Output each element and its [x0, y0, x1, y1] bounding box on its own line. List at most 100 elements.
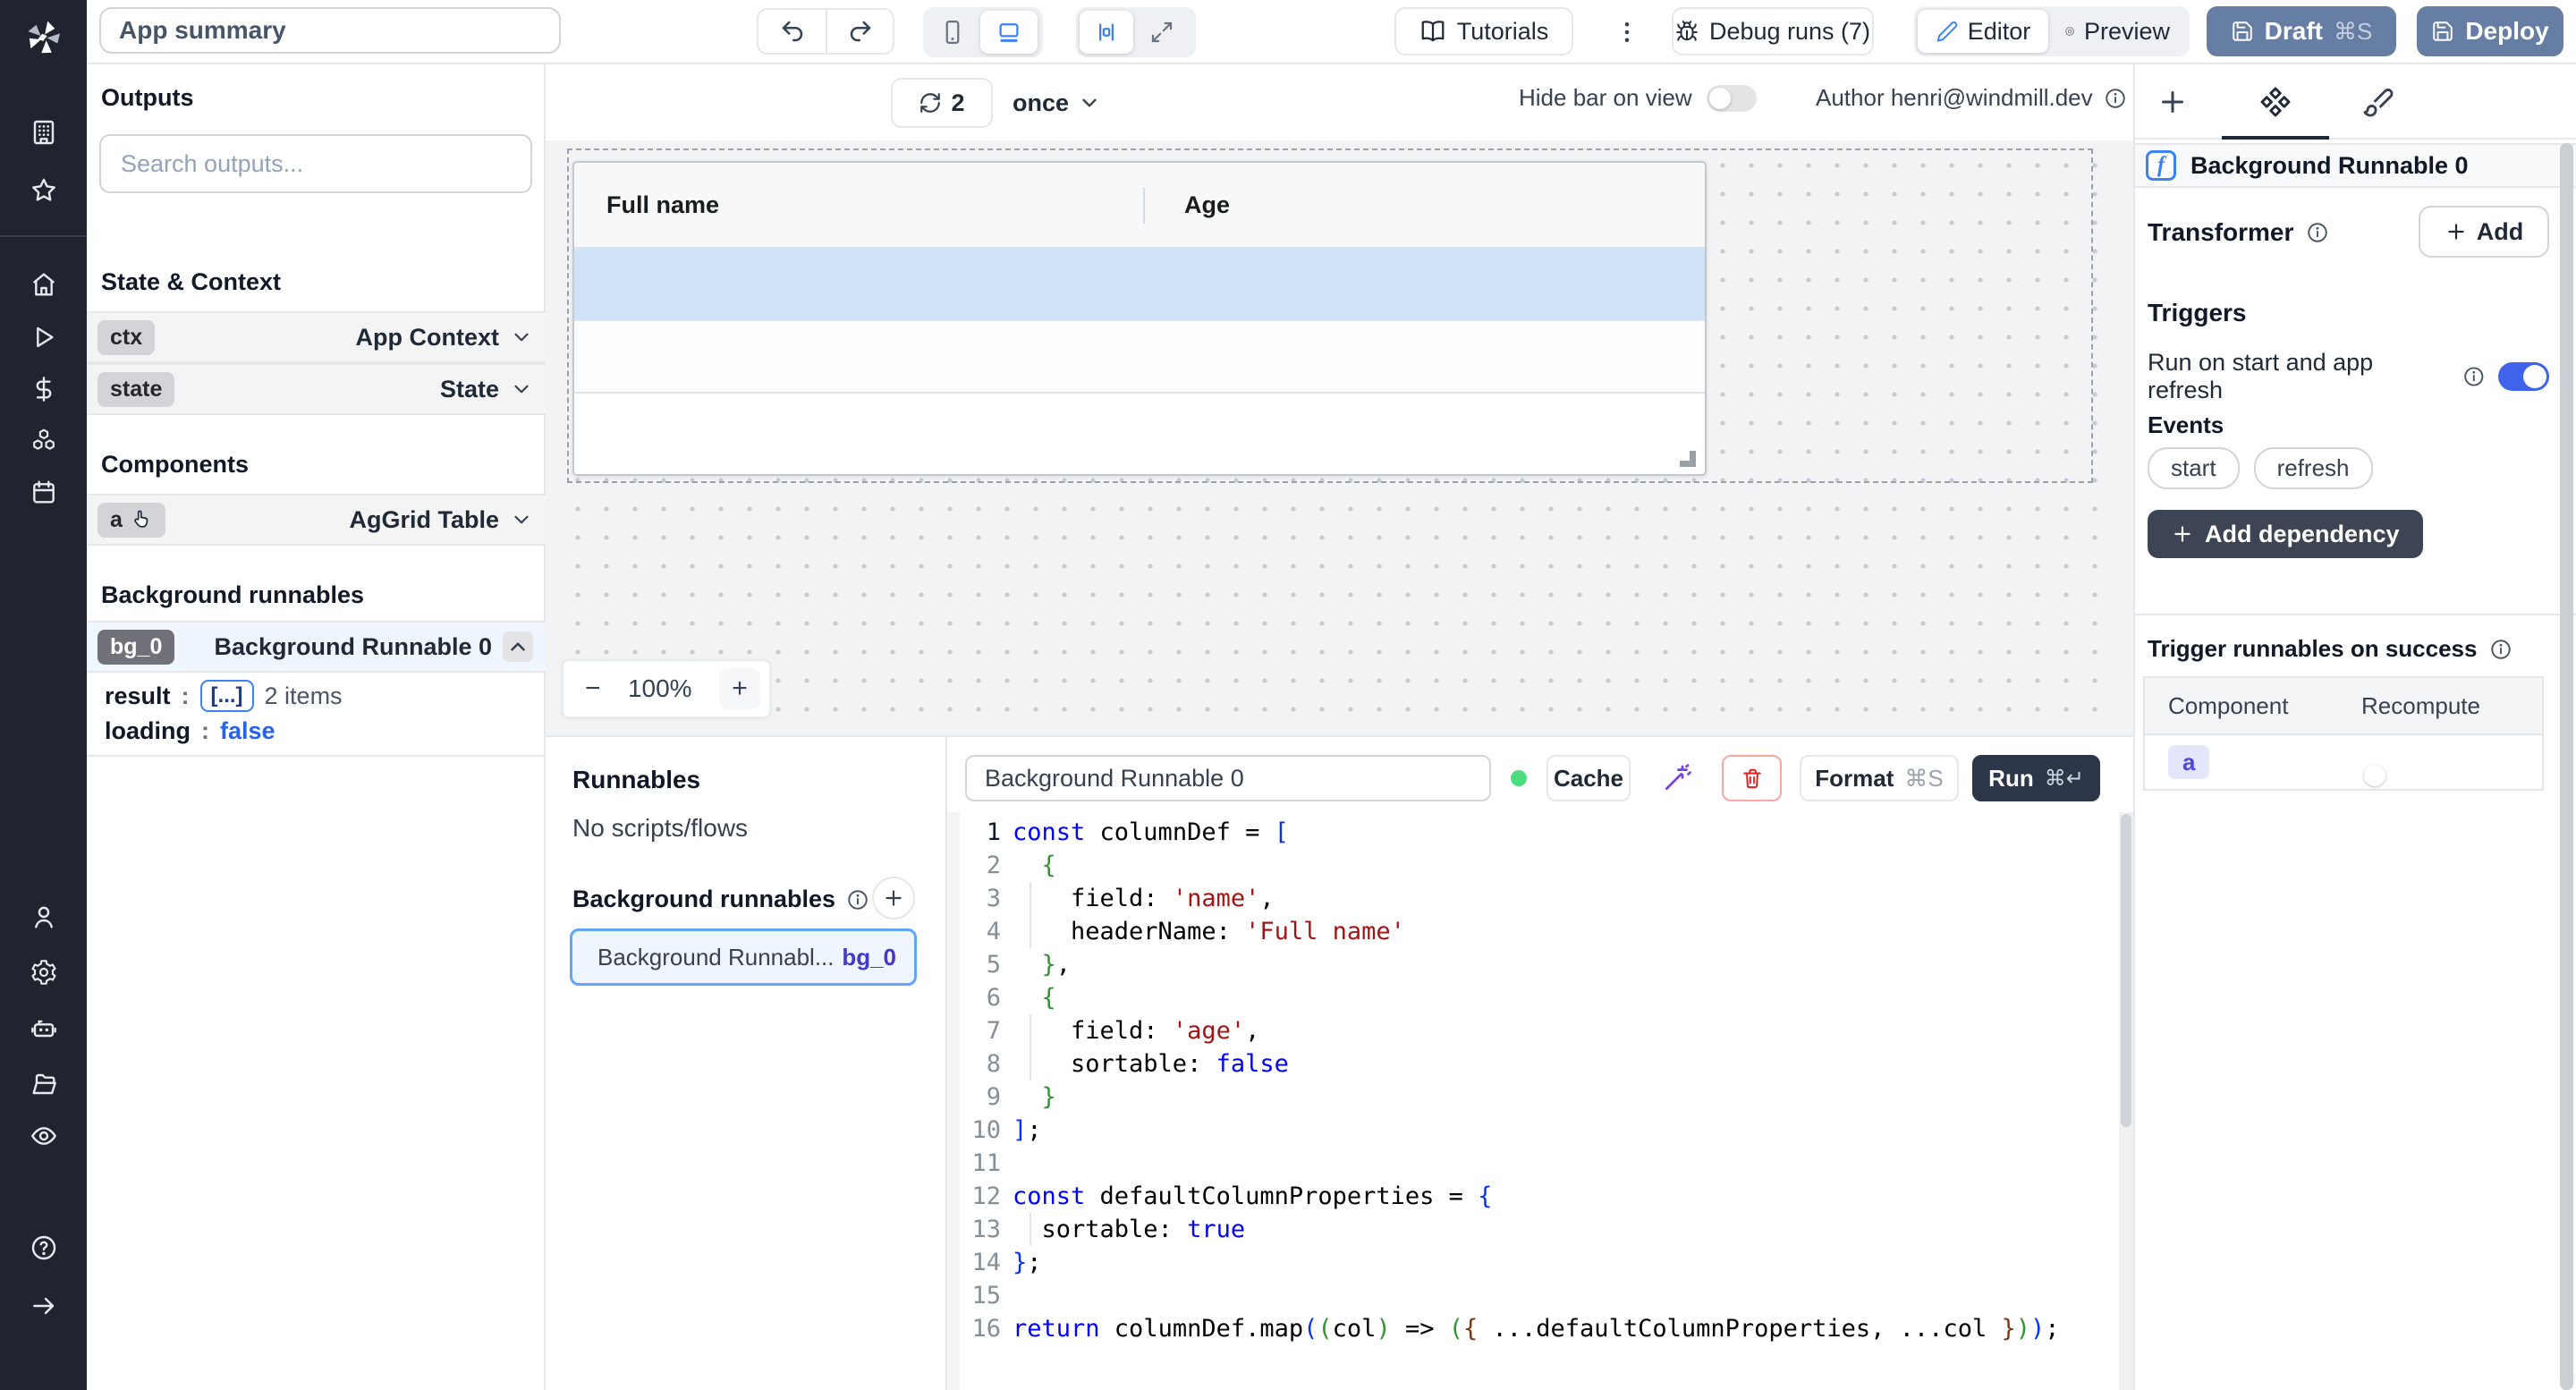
fullscreen-layout-button[interactable] [1135, 11, 1189, 54]
redo-button[interactable] [826, 10, 893, 53]
cache-button[interactable]: Cache [1546, 755, 1631, 801]
refresh-mode-dropdown[interactable]: once [1013, 78, 1101, 128]
star-icon[interactable] [0, 165, 87, 216]
code-line[interactable]: 6 { [947, 981, 2133, 1014]
output-row-state[interactable]: state State [87, 363, 546, 415]
resize-handle[interactable] [1680, 451, 1696, 467]
output-row-component-a[interactable]: a AgGrid Table [87, 494, 546, 546]
book-icon [1419, 18, 1446, 45]
run-button[interactable]: Run ⌘↵ [1972, 755, 2100, 801]
runnable-item-id: bg_0 [842, 944, 896, 971]
code-line[interactable]: 1const columnDef = [ [947, 816, 2133, 849]
desktop-view-button[interactable] [980, 11, 1038, 54]
active-tab-underline [2222, 136, 2329, 140]
collapse-bg0-button[interactable] [503, 631, 533, 662]
code-line[interactable]: 3 field: 'name', [947, 882, 2133, 915]
insert-component-tab[interactable] [2144, 81, 2201, 123]
canvas-toolbar: 2 once Hide bar on view Author henri@win… [546, 64, 2133, 140]
component-a-badge[interactable]: a [2168, 745, 2209, 779]
calendar-icon[interactable] [0, 467, 87, 517]
component-a-badge[interactable]: a [97, 503, 165, 538]
component-settings-tab[interactable] [2247, 81, 2304, 123]
output-row-ctx[interactable]: ctx App Context [87, 311, 546, 363]
table-col-age[interactable]: Age [1184, 191, 1230, 219]
styling-tab[interactable] [2350, 81, 2407, 123]
search-outputs-input[interactable] [99, 134, 532, 193]
add-dependency-button[interactable]: Add dependency [2148, 510, 2423, 558]
code-line[interactable]: 8 sortable: false [947, 1047, 2133, 1081]
boxes-icon[interactable] [0, 415, 87, 465]
mobile-view-button[interactable] [927, 11, 979, 54]
code-line[interactable]: 13 sortable: true [947, 1213, 2133, 1246]
panel-scrollbar[interactable] [2560, 143, 2573, 1390]
windmill-logo[interactable] [0, 9, 87, 66]
home-icon[interactable] [0, 259, 87, 309]
state-id-badge[interactable]: state [97, 372, 174, 407]
column-divider[interactable] [1143, 188, 1145, 224]
component-a-type-label: AgGrid Table [349, 506, 499, 534]
line-number: 10 [960, 1114, 1001, 1147]
add-transformer-button[interactable]: Add [2419, 206, 2549, 258]
code-line[interactable]: 9 } [947, 1081, 2133, 1114]
tutorials-button[interactable]: Tutorials [1394, 7, 1573, 55]
code-line[interactable]: 14}; [947, 1246, 2133, 1279]
code-line[interactable]: 12const defaultColumnProperties = { [947, 1180, 2133, 1213]
aggrid-table-component[interactable]: Full name Age [572, 161, 1707, 476]
code-line[interactable]: 16return columnDef.map((col) => ({ ...de… [947, 1312, 2133, 1345]
draft-button[interactable]: Draft ⌘S [2207, 6, 2396, 56]
code-line[interactable]: 11 [947, 1147, 2133, 1180]
info-icon [2306, 221, 2329, 244]
code-line[interactable]: 10]; [947, 1114, 2133, 1147]
play-icon[interactable] [0, 312, 87, 362]
background-runnable-item[interactable]: Background Runnabl... bg_0 [570, 928, 917, 986]
table-header-row: Component Recompute [2145, 678, 2542, 735]
preview-tab[interactable]: Preview [2050, 10, 2184, 53]
output-row-bg0[interactable]: bg_0 Background Runnable 0 [87, 621, 546, 673]
hide-bar-toggle[interactable] [1707, 85, 1757, 112]
building-icon[interactable] [0, 107, 87, 157]
component-settings-panel: f Background Runnable 0 Transformer Add … [2133, 64, 2576, 1390]
bot-icon[interactable] [0, 1004, 87, 1054]
app-summary-input[interactable] [99, 7, 561, 54]
deploy-button[interactable]: Deploy [2417, 6, 2563, 56]
delete-runnable-button[interactable] [1722, 755, 1782, 801]
add-background-runnable-button[interactable] [872, 877, 915, 920]
trash-icon [1741, 767, 1764, 790]
center-layout-button[interactable] [1080, 11, 1133, 54]
ai-wand-button[interactable] [1663, 762, 1693, 797]
code-editor[interactable]: 1const columnDef = [2 {3 field: 'name',4… [947, 812, 2133, 1390]
code-line[interactable]: 4 headerName: 'Full name' [947, 915, 2133, 948]
user-icon[interactable] [0, 892, 87, 942]
code-line[interactable]: 7 field: 'age', [947, 1014, 2133, 1047]
zoom-in-button[interactable]: + [719, 668, 760, 709]
arrow-right-icon[interactable] [0, 1281, 87, 1331]
table-col-full-name[interactable]: Full name [606, 191, 719, 219]
table-row[interactable] [574, 321, 1705, 394]
eye-icon[interactable] [0, 1111, 87, 1161]
code-line[interactable]: 5 }, [947, 948, 2133, 981]
refresh-count-button[interactable]: 2 [891, 78, 993, 128]
canvas-grid[interactable]: Full name Age − 100% + [546, 140, 2133, 735]
scrollbar-thumb[interactable] [2121, 814, 2131, 1127]
bg0-id-badge[interactable]: bg_0 [97, 630, 174, 665]
help-circle-icon[interactable] [0, 1223, 87, 1273]
code-line[interactable]: 15 [947, 1279, 2133, 1312]
zoom-out-button[interactable]: − [585, 674, 601, 704]
format-button[interactable]: Format ⌘S [1800, 755, 1959, 801]
runnable-name-input[interactable] [965, 755, 1491, 801]
trigger-runnables-table: Component Recompute a [2143, 676, 2544, 791]
editor-scrollbar[interactable] [2119, 812, 2133, 1390]
ctx-id-badge[interactable]: ctx [97, 320, 155, 355]
dollar-icon[interactable] [0, 364, 87, 414]
code-lines[interactable]: 1const columnDef = [2 {3 field: 'name',4… [947, 812, 2133, 1345]
table-row-selected[interactable] [574, 249, 1705, 321]
debug-runs-button[interactable]: Debug runs (7) [1672, 7, 1874, 55]
folder-open-icon[interactable] [0, 1059, 87, 1109]
editor-tab[interactable]: Editor [1918, 10, 2048, 53]
code-line[interactable]: 2 { [947, 849, 2133, 882]
result-array-badge[interactable]: [...] [200, 680, 254, 712]
run-on-start-toggle[interactable] [2498, 362, 2549, 391]
settings-icon[interactable] [0, 947, 87, 997]
undo-button[interactable] [758, 10, 826, 53]
more-menu-button[interactable] [1607, 13, 1647, 52]
